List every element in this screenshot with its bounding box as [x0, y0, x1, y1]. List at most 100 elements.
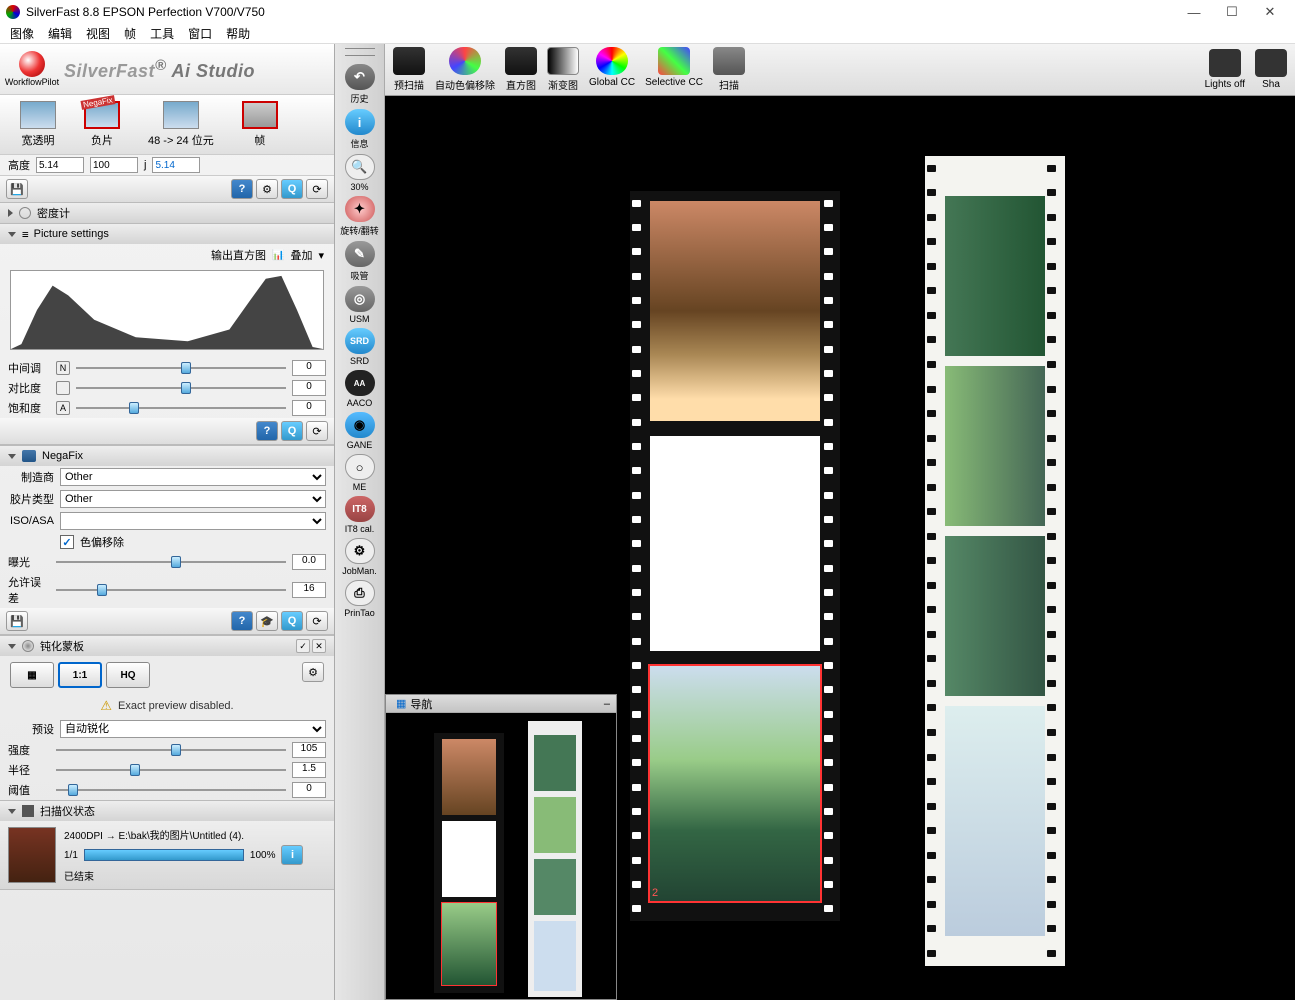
- mode-bitdepth[interactable]: 48 -> 24 位元: [148, 101, 214, 148]
- negafix-select[interactable]: [60, 512, 326, 530]
- slider-track[interactable]: [56, 582, 286, 598]
- nav-view[interactable]: [386, 713, 616, 999]
- vtool-history[interactable]: ↶ 历史: [339, 62, 381, 107]
- height-input[interactable]: [36, 157, 84, 173]
- slider-track[interactable]: [76, 360, 286, 376]
- width-input[interactable]: [90, 157, 138, 173]
- navigator-panel[interactable]: ▦ 导航 –: [385, 694, 617, 1000]
- vtool-srd[interactable]: SRD SRD: [339, 326, 381, 368]
- film-strip-2[interactable]: [925, 156, 1065, 966]
- film-frame[interactable]: [945, 536, 1045, 696]
- slider-track[interactable]: [56, 782, 286, 798]
- slider-value[interactable]: 0.0: [292, 554, 326, 570]
- mode-transparency[interactable]: 宽透明: [20, 101, 56, 148]
- quicktime-icon[interactable]: Q: [281, 611, 303, 631]
- j-input[interactable]: [152, 157, 200, 173]
- check-icon[interactable]: ✓: [296, 639, 310, 653]
- vtool-info[interactable]: i 信息: [339, 107, 381, 152]
- minimize-button[interactable]: —: [1175, 2, 1213, 22]
- vtool-aaco[interactable]: AA AACO: [339, 368, 381, 410]
- vtool-printao[interactable]: ⎙ PrinTao: [339, 578, 381, 620]
- refresh-icon[interactable]: ⟳: [306, 611, 328, 631]
- slider-value[interactable]: 105: [292, 742, 326, 758]
- menu-tools[interactable]: 工具: [150, 25, 174, 42]
- gane-icon: ◉: [345, 412, 375, 438]
- slider-value[interactable]: 0: [292, 782, 326, 798]
- film-frame[interactable]: [650, 201, 820, 421]
- vtool-me[interactable]: ○ ME: [339, 452, 381, 494]
- toptool-autocc[interactable]: 自动色偏移除: [435, 47, 495, 92]
- vtool-gane[interactable]: ◉ GANE: [339, 410, 381, 452]
- colorcast-checkbox[interactable]: ✓: [60, 535, 74, 549]
- slider-track[interactable]: [76, 400, 286, 416]
- slider-track[interactable]: [56, 762, 286, 778]
- histogram-mode[interactable]: 叠加: [290, 247, 312, 263]
- preset-select[interactable]: 自动锐化: [60, 720, 326, 738]
- slider-value[interactable]: 1.5: [292, 762, 326, 778]
- help-icon[interactable]: ?: [231, 179, 253, 199]
- dropdown-icon[interactable]: ▾: [318, 249, 324, 262]
- negafix-select[interactable]: Other: [60, 490, 326, 508]
- refresh-icon[interactable]: ⟳: [306, 421, 328, 441]
- slider-value[interactable]: 0: [292, 380, 326, 396]
- save-icon[interactable]: 💾: [6, 611, 28, 631]
- maximize-button[interactable]: ☐: [1213, 2, 1251, 22]
- quicktime-icon[interactable]: Q: [281, 421, 303, 441]
- toptool-lights[interactable]: Lights off: [1205, 49, 1245, 90]
- gear-icon[interactable]: ⚙: [256, 179, 278, 199]
- help-icon[interactable]: ?: [256, 421, 278, 441]
- toptool-globalcc[interactable]: Global CC: [589, 47, 635, 92]
- film-frame[interactable]: [945, 706, 1045, 936]
- film-frame[interactable]: [945, 366, 1045, 526]
- vtool-it8[interactable]: IT8 IT8 cal.: [339, 494, 381, 536]
- vertical-toolbar: ↶ 历史 i 信息 🔍 30% ✦ 旋转/翻转 ✎ 吸管 ◎ USM SRD S…: [335, 44, 385, 1000]
- slider-track[interactable]: [56, 742, 286, 758]
- nav-close-icon[interactable]: –: [604, 698, 610, 710]
- menu-window[interactable]: 窗口: [188, 25, 212, 42]
- film-frame[interactable]: [945, 196, 1045, 356]
- gear-icon[interactable]: ⚙: [302, 662, 324, 682]
- menu-help[interactable]: 帮助: [226, 25, 250, 42]
- film-strip-1[interactable]: 2: [630, 191, 840, 921]
- usm-preview-button[interactable]: ▦: [10, 662, 54, 688]
- vtool-pipette[interactable]: ✎ 吸管: [339, 239, 381, 284]
- toptool-scan[interactable]: 扫描: [713, 47, 745, 92]
- vtool-rotate[interactable]: ✦ 旋转/翻转: [339, 194, 381, 239]
- info-icon[interactable]: i: [281, 845, 303, 865]
- toptool-gradient[interactable]: 渐变图: [547, 47, 579, 92]
- film-frame-selected[interactable]: 2: [650, 666, 820, 901]
- toptool-histogram[interactable]: 直方图: [505, 47, 537, 92]
- menu-frame[interactable]: 帧: [124, 25, 136, 42]
- help-icon[interactable]: ?: [231, 611, 253, 631]
- slider-track[interactable]: [56, 554, 286, 570]
- refresh-icon[interactable]: ⟳: [306, 179, 328, 199]
- toptool-share[interactable]: Sha: [1255, 49, 1287, 90]
- mode-negative[interactable]: NegaFix负片: [84, 101, 120, 148]
- film-frame[interactable]: [650, 436, 820, 651]
- menu-view[interactable]: 视图: [86, 25, 110, 42]
- mode-frame[interactable]: 帧: [242, 101, 278, 148]
- slider-value[interactable]: 0: [292, 400, 326, 416]
- slider-track[interactable]: [76, 380, 286, 396]
- graduate-icon[interactable]: 🎓: [256, 611, 278, 631]
- window-title: SilverFast 8.8 EPSON Perfection V700/V75…: [26, 5, 1175, 19]
- toptool-selcc[interactable]: Selective CC: [645, 47, 703, 92]
- menu-image[interactable]: 图像: [10, 25, 34, 42]
- workflowpilot-button[interactable]: WorkflowPilot: [10, 50, 54, 88]
- usm-hq-button[interactable]: HQ: [106, 662, 150, 688]
- quicktime-icon[interactable]: Q: [281, 179, 303, 199]
- vtool-zoom[interactable]: 🔍 30%: [339, 152, 381, 194]
- close-icon[interactable]: ✕: [312, 639, 326, 653]
- menu-edit[interactable]: 编辑: [48, 25, 72, 42]
- vtool-usm[interactable]: ◎ USM: [339, 284, 381, 326]
- grip-icon[interactable]: [345, 48, 375, 56]
- toptool-prescan[interactable]: 预扫描: [393, 47, 425, 92]
- usm-1to1-button[interactable]: 1:1: [58, 662, 102, 688]
- slider-value[interactable]: 0: [292, 360, 326, 376]
- negafix-select[interactable]: Other: [60, 468, 326, 486]
- vtool-jobman[interactable]: ⚙ JobMan.: [339, 536, 381, 578]
- close-button[interactable]: ✕: [1251, 2, 1289, 22]
- save-icon[interactable]: 💾: [6, 179, 28, 199]
- slider-value[interactable]: 16: [292, 582, 326, 598]
- chevron-right-icon: [8, 209, 13, 217]
